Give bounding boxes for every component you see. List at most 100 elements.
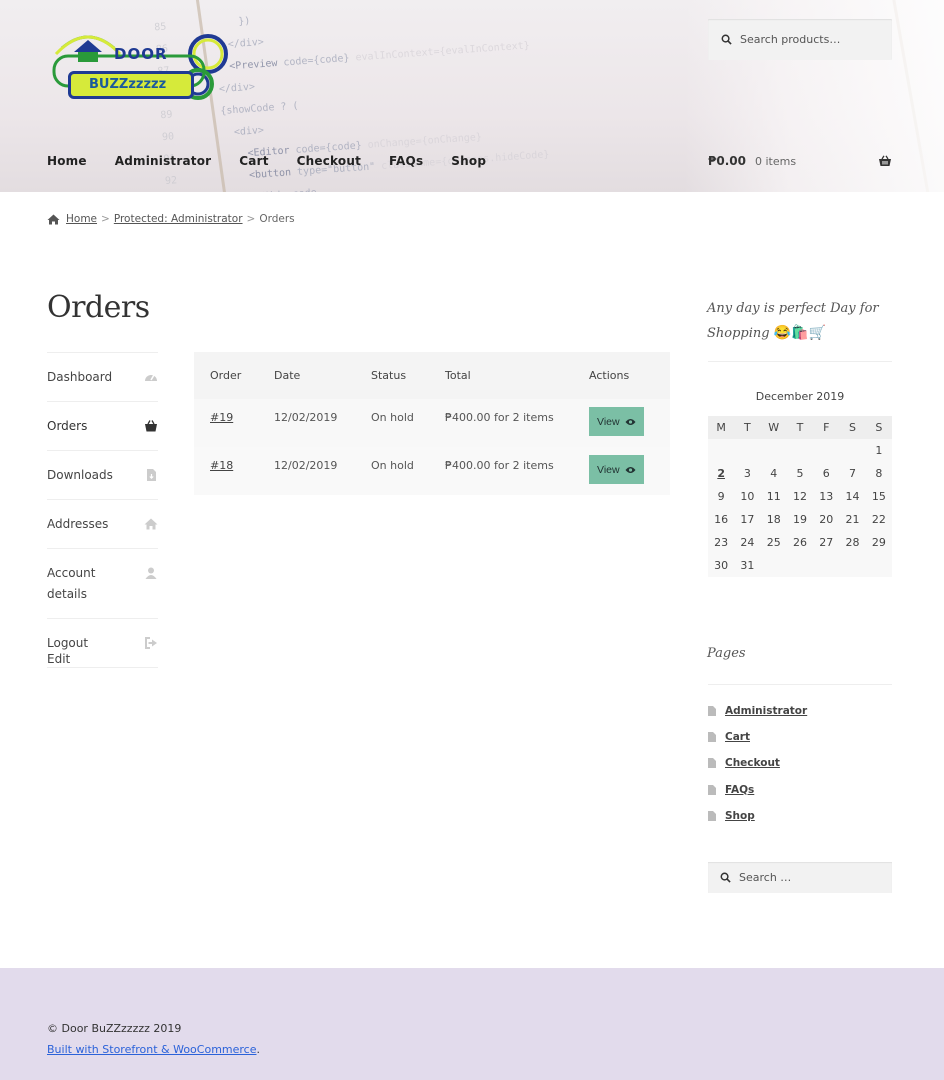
weekday-label: S <box>839 416 866 439</box>
page-icon <box>708 706 716 717</box>
calendar-empty-cell <box>786 554 814 577</box>
calendar-day: 9 <box>708 485 735 508</box>
calendar-week-row: 2345678 <box>708 462 892 485</box>
calendar-week-row: 9 10 11 12 13 14 15 <box>708 485 892 508</box>
account-nav-label: Dashboard <box>47 370 113 384</box>
storefront-credit-link[interactable]: Built with Storefront & WooCommerce <box>47 1043 256 1056</box>
account-nav-orders[interactable]: Orders <box>47 402 158 451</box>
nav-administrator[interactable]: Administrator <box>115 154 212 168</box>
breadcrumb-separator: > <box>246 213 256 225</box>
divider <box>708 361 892 362</box>
view-order-button[interactable]: View <box>589 407 644 436</box>
nav-home[interactable]: Home <box>47 154 87 168</box>
promo-widget: Any day is perfect Day for Shopping 😂🛍️🛒 <box>707 296 893 346</box>
order-date: 12/02/2019 <box>258 447 355 495</box>
calendar-day: 17 <box>734 508 761 531</box>
nav-cart[interactable]: Cart <box>239 154 268 168</box>
footer-credit: Built with Storefront & WooCommerce. <box>47 1043 260 1056</box>
calendar-empty-cell <box>839 439 866 462</box>
nav-checkout[interactable]: Checkout <box>297 154 361 168</box>
calendar-weekday-row: M T W T F S S <box>708 416 892 439</box>
list-item: Administrator <box>708 698 807 724</box>
page-link-checkout[interactable]: Checkout <box>725 757 780 769</box>
logo-text-door: DOOR <box>114 45 168 63</box>
calendar-grid: M T W T F S S 1 2 3 4 5 6 7 8 9 10 11 12 13 14 15 16 17 1… <box>708 416 892 577</box>
account-nav-label: Addresses <box>47 517 109 531</box>
calendar-day: 11 <box>760 485 787 508</box>
page-link-administrator[interactable]: Administrator <box>725 705 807 717</box>
nav-shop[interactable]: Shop <box>451 154 486 168</box>
calendar-empty-cell <box>760 439 787 462</box>
calendar-day: 4 <box>760 462 787 485</box>
page-link-faqs[interactable]: FAQs <box>725 784 754 796</box>
breadcrumb: Home > Protected: Administrator > Orders <box>47 213 295 225</box>
calendar-week-row: 23 24 25 26 27 28 29 <box>708 531 892 554</box>
calendar-day: 26 <box>786 531 814 554</box>
file-download-icon <box>147 469 156 481</box>
calendar-day: 22 <box>865 508 892 531</box>
cart-count: 0 items <box>754 154 797 168</box>
calendar-day: 15 <box>865 485 892 508</box>
order-total: ₱400.00 for 2 items <box>429 399 573 447</box>
page-icon <box>708 810 716 821</box>
account-nav-account-details[interactable]: Account details <box>47 549 158 619</box>
search-placeholder: Search products… <box>740 33 841 46</box>
calendar-day: 23 <box>708 531 735 554</box>
weekday-label: W <box>760 416 787 439</box>
order-number-link[interactable]: #19 <box>210 411 233 424</box>
calendar-day: 16 <box>708 508 735 531</box>
column-header-date: Date <box>258 352 355 399</box>
calendar-empty-cell <box>786 439 814 462</box>
page-icon <box>708 784 716 795</box>
page-title: Orders <box>47 290 150 325</box>
calendar-caption: December 2019 <box>755 390 845 403</box>
edit-link[interactable]: Edit <box>47 652 70 666</box>
list-item: Cart <box>708 724 807 750</box>
product-search-input[interactable]: Search products… <box>708 19 892 60</box>
sign-out-icon <box>145 637 157 649</box>
list-item: Checkout <box>708 750 807 776</box>
eye-icon <box>625 466 636 473</box>
calendar-empty-cell <box>813 439 840 462</box>
page-link-cart[interactable]: Cart <box>725 731 750 743</box>
search-placeholder: Search … <box>739 871 792 884</box>
page-link-shop[interactable]: Shop <box>725 810 755 822</box>
header-cart[interactable]: ₱0.00 0 items <box>708 154 892 168</box>
table-row: #18 12/02/2019 On hold ₱400.00 for 2 ite… <box>194 447 670 495</box>
calendar-day: 29 <box>865 531 892 554</box>
column-header-status: Status <box>355 352 429 399</box>
breadcrumb-administrator[interactable]: Protected: Administrator <box>114 213 243 225</box>
view-order-button[interactable]: View <box>589 455 644 484</box>
order-number-link[interactable]: #18 <box>210 459 233 472</box>
account-nav-downloads[interactable]: Downloads <box>47 451 158 500</box>
breadcrumb-home[interactable]: Home <box>66 213 97 225</box>
calendar-empty-cell <box>708 439 735 462</box>
calendar-day: 31 <box>734 554 761 577</box>
calendar-day: 10 <box>734 485 761 508</box>
weekday-label: M <box>708 416 735 439</box>
calendar-day: 1 <box>865 439 892 462</box>
view-button-label: View <box>597 463 620 476</box>
calendar-day: 12 <box>786 485 814 508</box>
nav-faqs[interactable]: FAQs <box>389 154 423 168</box>
calendar-day: 20 <box>813 508 840 531</box>
sidebar-search-input[interactable]: Search … <box>708 862 892 893</box>
calendar-week-row: 1 <box>708 439 892 462</box>
account-nav-addresses[interactable]: Addresses <box>47 500 158 549</box>
column-header-order: Order <box>194 352 258 399</box>
footer-copyright: © Door BuZZzzzzz 2019 <box>47 1022 182 1035</box>
calendar-day: 19 <box>786 508 814 531</box>
site-logo[interactable]: DOOR BUZZzzzzz <box>48 26 232 108</box>
calendar-empty-cell <box>813 554 840 577</box>
calendar-day[interactable]: 2 <box>708 462 735 485</box>
dashboard-icon <box>145 374 157 381</box>
account-nav-label: Downloads <box>47 468 113 482</box>
calendar-empty-cell <box>839 554 866 577</box>
account-nav-dashboard[interactable]: Dashboard <box>47 353 158 402</box>
order-total: ₱400.00 for 2 items <box>429 447 573 495</box>
calendar-day: 13 <box>813 485 840 508</box>
divider <box>708 684 892 685</box>
home-icon <box>47 214 60 224</box>
eye-icon <box>625 418 636 425</box>
weekday-label: T <box>786 416 814 439</box>
